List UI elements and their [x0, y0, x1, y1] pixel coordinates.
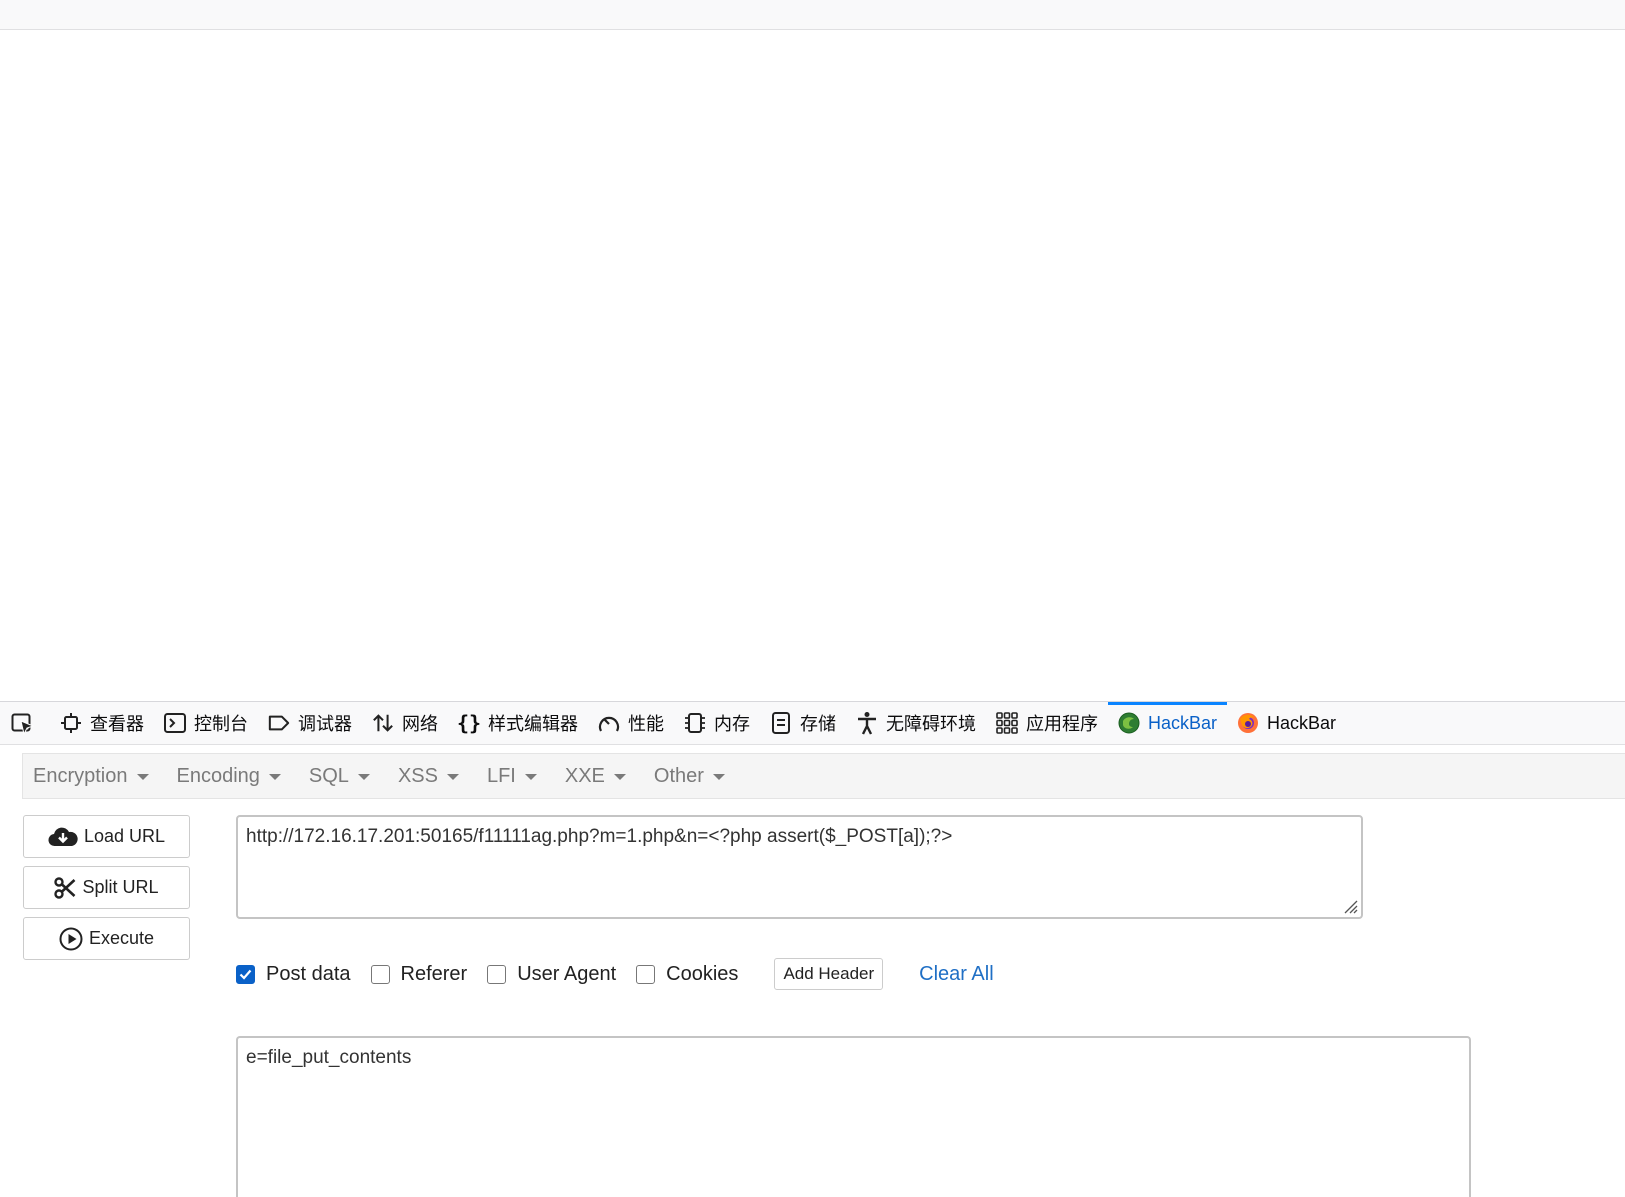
user-agent-checkbox[interactable] — [487, 964, 507, 984]
tab-memory[interactable]: 内存 — [674, 702, 760, 744]
split-url-label: Split URL — [82, 877, 159, 897]
tab-hackbar-2[interactable]: HackBar — [1227, 702, 1346, 744]
menu-label: Other — [653, 764, 704, 787]
tab-label: 调试器 — [298, 714, 352, 734]
tab-performance[interactable]: 性能 — [588, 702, 674, 744]
tab-application[interactable]: 应用程序 — [986, 702, 1108, 744]
cookies-label: Cookies — [666, 962, 739, 985]
scissors-icon — [54, 876, 76, 899]
tab-label: HackBar — [1267, 712, 1337, 733]
network-icon — [372, 712, 394, 734]
load-url-label: Load URL — [83, 826, 166, 846]
user-agent-option[interactable]: User Agent — [487, 963, 616, 986]
tab-debugger[interactable]: 调试器 — [258, 702, 362, 744]
resize-grip-icon[interactable] — [1340, 896, 1358, 914]
application-icon — [996, 712, 1018, 734]
tab-label: 无障碍环境 — [886, 714, 976, 734]
menu-other[interactable]: Other — [644, 765, 735, 788]
devtools-toolbar: 查看器 控制台 调试器 网络 {} 样式编辑器 性能 内存 存储 无障碍环境 应… — [0, 701, 1625, 745]
url-value: http://172.16.17.201:50165/f11111ag.php?… — [246, 826, 953, 847]
execute-label: Execute — [88, 928, 155, 948]
post-data-checkbox[interactable] — [236, 964, 255, 984]
menu-xxe[interactable]: XXE — [555, 765, 636, 788]
browser-top-bar — [0, 0, 1625, 30]
hackbar-menubar: Encryption Encoding SQL XSS LFI XXE Othe… — [22, 753, 1625, 799]
split-url-button[interactable]: Split URL — [23, 866, 190, 909]
element-picker-icon[interactable] — [10, 712, 36, 736]
caret-down-icon — [136, 774, 149, 780]
menu-label: XSS — [397, 764, 438, 787]
referer-label: Referer — [400, 962, 468, 985]
referer-option[interactable]: Referer — [370, 962, 468, 986]
performance-icon — [598, 712, 620, 734]
tab-label: 存储 — [800, 714, 836, 734]
storage-icon — [770, 712, 792, 734]
referer-checkbox[interactable] — [370, 964, 390, 984]
tab-label: 查看器 — [90, 714, 144, 734]
tab-network[interactable]: 网络 — [362, 702, 448, 744]
tab-style-editor[interactable]: {} 样式编辑器 — [448, 702, 588, 744]
load-url-button[interactable]: Load URL — [23, 815, 190, 858]
cloud-download-icon — [48, 826, 78, 848]
caret-down-icon — [524, 774, 537, 780]
cookies-option[interactable]: Cookies — [636, 963, 738, 986]
clear-all-link[interactable]: Clear All — [919, 963, 993, 986]
tab-hackbar-1[interactable]: HackBar — [1108, 702, 1228, 744]
debugger-icon — [268, 712, 290, 734]
page-content-area — [0, 30, 1625, 701]
user-agent-label: User Agent — [517, 962, 617, 985]
cookies-checkbox[interactable] — [636, 964, 656, 984]
caret-down-icon — [613, 774, 626, 780]
menu-xss[interactable]: XSS — [388, 765, 469, 788]
caret-down-icon — [357, 774, 370, 780]
execute-button[interactable]: Execute — [23, 917, 190, 960]
tab-label: 网络 — [402, 714, 438, 734]
tab-console[interactable]: 控制台 — [154, 702, 258, 744]
tab-storage[interactable]: 存储 — [760, 702, 846, 744]
menu-label: XXE — [564, 764, 605, 787]
post-data-option[interactable]: Post data — [236, 963, 351, 986]
style-editor-icon: {} — [456, 711, 482, 735]
tab-inspector[interactable]: 查看器 — [50, 702, 154, 744]
hackbar-green-icon — [1118, 712, 1140, 734]
menu-sql[interactable]: SQL — [299, 765, 380, 788]
tab-label: 内存 — [714, 714, 750, 734]
menu-encryption[interactable]: Encryption — [23, 765, 159, 788]
accessibility-icon — [856, 712, 878, 735]
tab-label: 应用程序 — [1026, 714, 1098, 734]
menu-label: LFI — [486, 764, 516, 787]
tab-label: 控制台 — [194, 714, 248, 734]
caret-down-icon — [446, 774, 459, 780]
url-textarea[interactable]: http://172.16.17.201:50165/f11111ag.php?… — [236, 815, 1363, 919]
tab-label: 性能 — [628, 714, 664, 734]
tab-label: 样式编辑器 — [488, 714, 578, 734]
post-data-value: e=file_put_contents — [246, 1047, 412, 1068]
menu-label: SQL — [308, 764, 349, 787]
menu-encoding[interactable]: Encoding — [167, 765, 291, 788]
menu-label: Encoding — [176, 764, 260, 787]
menu-label: Encryption — [33, 764, 128, 787]
options-row: Post data Referer User Agent Cookies Add… — [236, 957, 994, 991]
caret-down-icon — [712, 774, 725, 780]
hackbar-firefox-icon — [1237, 712, 1259, 734]
tab-accessibility[interactable]: 无障碍环境 — [846, 702, 986, 744]
tab-label: HackBar — [1148, 712, 1218, 733]
menu-lfi[interactable]: LFI — [477, 765, 547, 788]
post-data-label: Post data — [266, 962, 351, 985]
add-header-button[interactable]: Add Header — [774, 958, 884, 990]
post-data-textarea[interactable]: e=file_put_contents — [236, 1036, 1471, 1197]
play-circle-icon — [59, 927, 83, 951]
inspector-icon — [60, 712, 82, 734]
console-icon — [164, 712, 186, 734]
memory-icon — [684, 712, 706, 734]
caret-down-icon — [268, 774, 281, 780]
